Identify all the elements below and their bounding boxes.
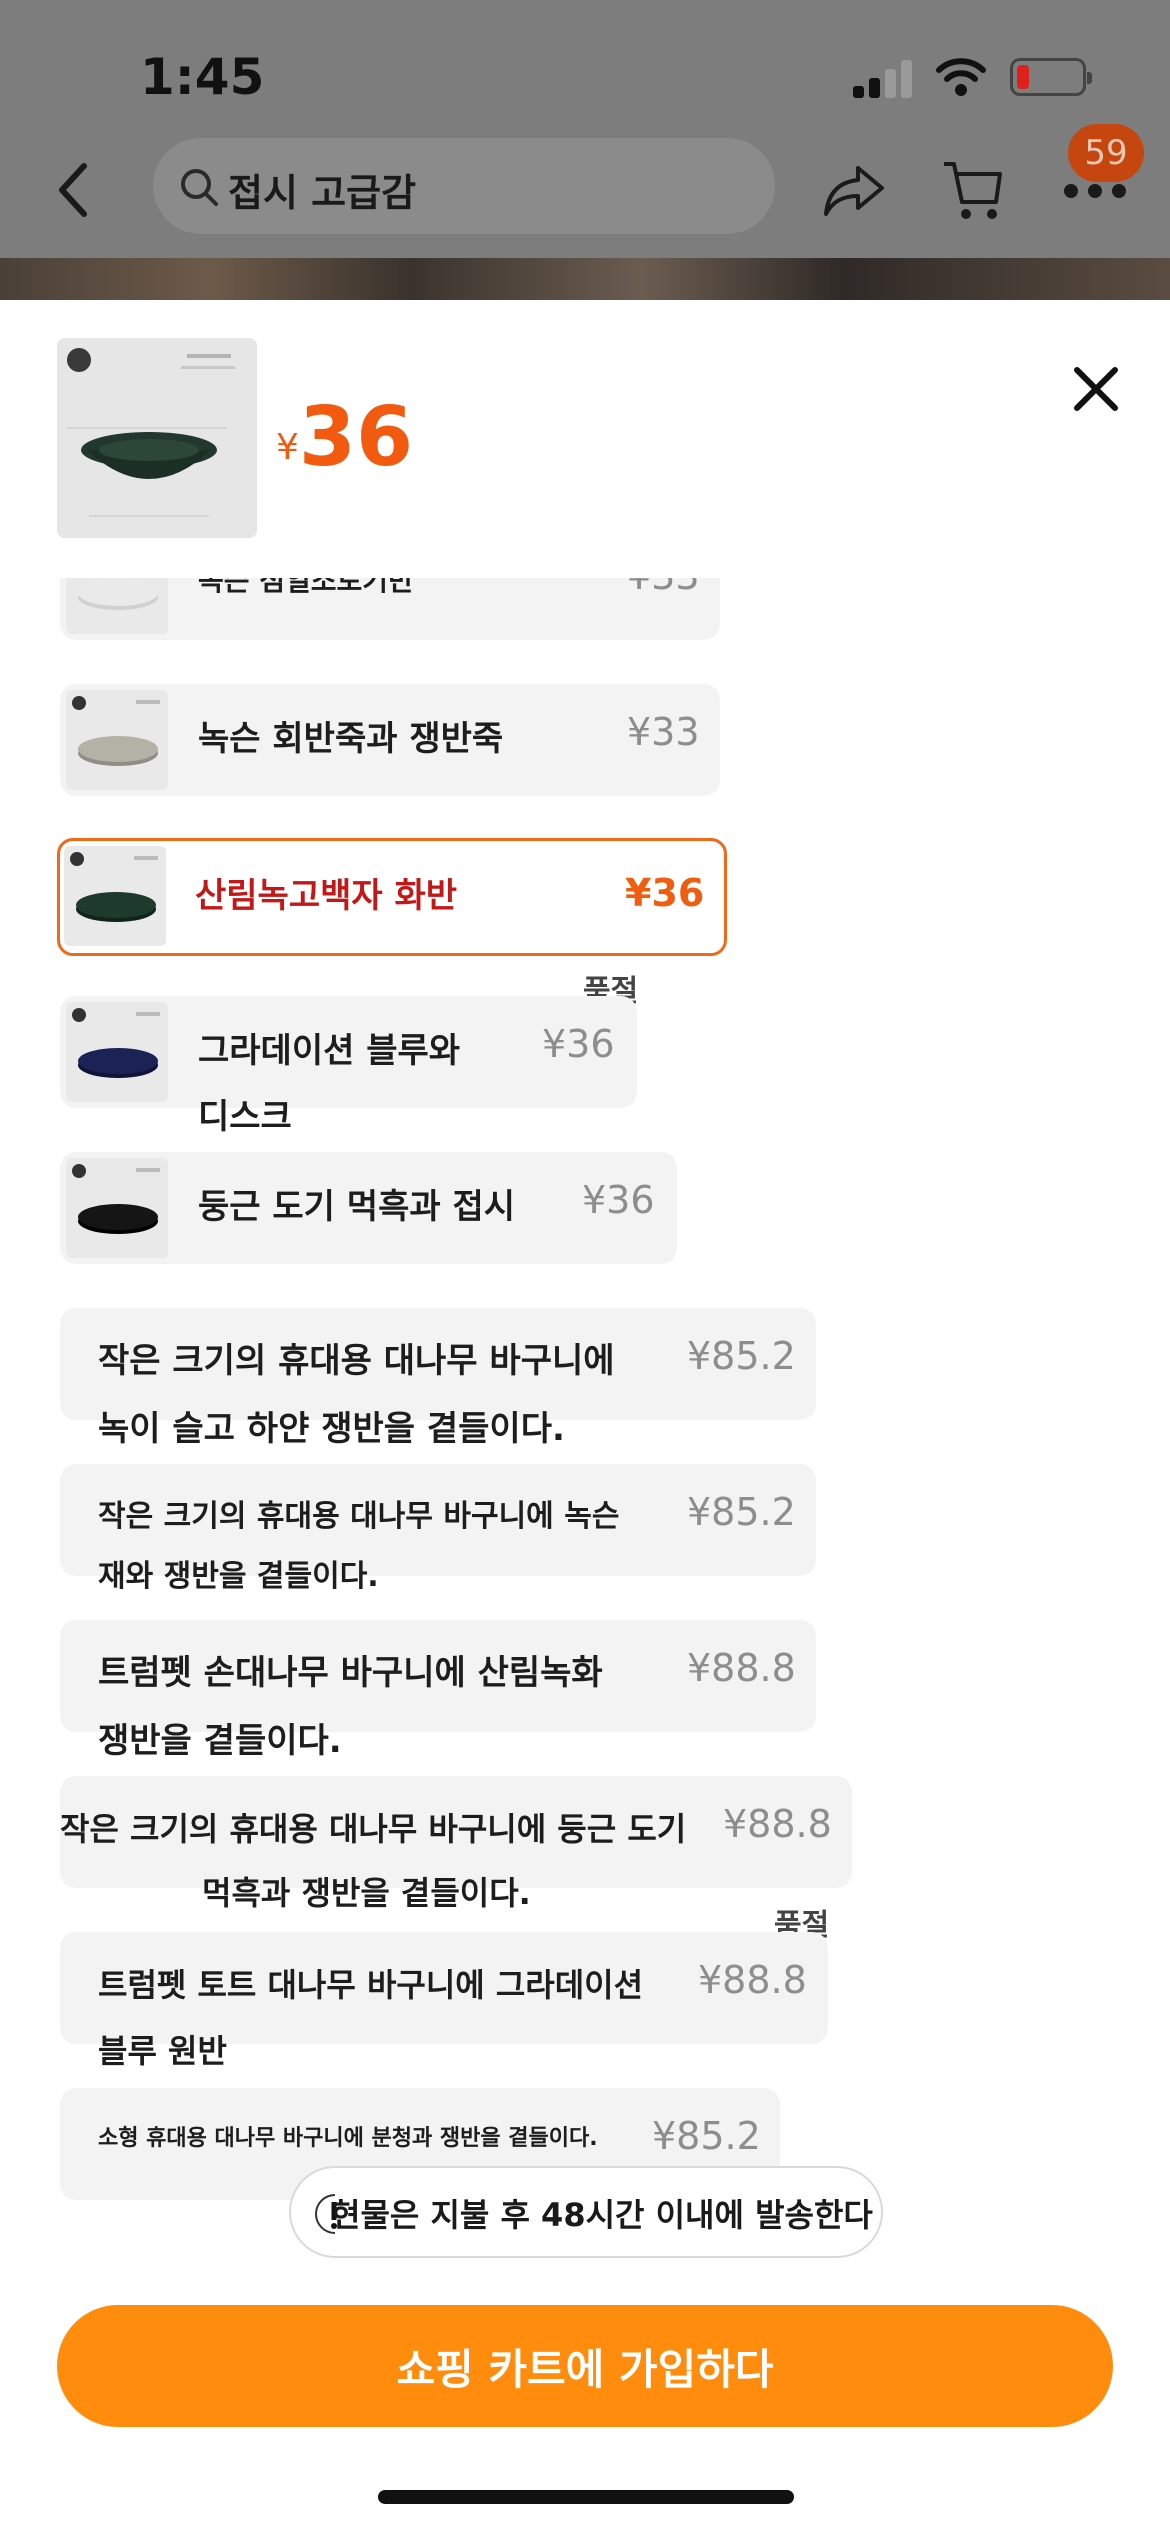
option-name-line: 작은 크기의 휴대용 대나무 바구니에 둥근 도기 <box>60 1810 687 1848</box>
option-price: ¥36 <box>625 871 705 915</box>
add-to-cart-button[interactable]: 쇼핑 카트에 가입하다 <box>57 2305 1113 2427</box>
battery-level <box>1017 65 1029 89</box>
search-icon <box>181 169 218 206</box>
sku-option[interactable]: 작은 크기의 휴대용 대나무 바구니에 둥근 도기 먹흑과 쟁반을 곁들이다. … <box>60 1776 852 1912</box>
option-name: 소형 휴대용 대나무 바구니에 분청과 쟁반을 곁들이다. <box>98 2126 598 2151</box>
search-query: 접시 고급감 <box>228 171 417 215</box>
sku-option[interactable]: 트럼펫 손대나무 바구니에 산림녹화 쟁반을 곁들이다. ¥88.8 <box>60 1620 816 1761</box>
option-name-line: 녹이 슬고 하얀 쟁반을 곁들이다. <box>98 1409 565 1449</box>
sku-option-list: 녹슨 점일조토기반 ¥33 녹슨 회반죽과 쟁반죽 ¥33 산림녹고백자 화반 … <box>0 578 1170 2218</box>
option-name: 녹슨 회반죽과 쟁반죽 <box>198 719 504 759</box>
price-value: 36 <box>298 390 414 485</box>
option-price: ¥36 <box>542 1022 615 1066</box>
sku-option[interactable]: 녹슨 회반죽과 쟁반죽 ¥33 <box>60 684 720 796</box>
option-name-line: 디스크 <box>198 1097 292 1137</box>
option-name-line: 그라데이션 블루와 <box>198 1031 461 1071</box>
sku-option[interactable]: 둥근 도기 먹흑과 접시 ¥36 <box>60 1152 677 1264</box>
plate-image-icon <box>78 580 158 606</box>
option-price: ¥85.2 <box>687 1490 796 1534</box>
status-time: 1:45 <box>140 48 265 106</box>
option-name-line: 작은 크기의 휴대용 대나무 바구니에 <box>98 1341 615 1381</box>
selected-price: ¥36 <box>276 390 413 485</box>
option-name-line: 쟁반을 곁들이다. <box>98 1721 342 1761</box>
option-price: ¥33 <box>627 710 700 754</box>
option-price: ¥85.2 <box>687 1334 796 1378</box>
sku-option[interactable]: 작은 크기의 휴대용 대나무 바구니에 녹슨 재와 쟁반을 곁들이다. ¥85.… <box>60 1464 816 1594</box>
option-name-line: 재와 쟁반을 곁들이다. <box>98 1559 379 1594</box>
plate-image-icon <box>78 1048 158 1074</box>
sku-option-selected[interactable]: 산림녹고백자 화반 ¥36 <box>57 838 727 956</box>
option-thumbnail <box>66 1158 168 1258</box>
option-thumbnail <box>64 846 166 946</box>
option-price: ¥33 <box>627 578 700 598</box>
close-icon[interactable] <box>1073 366 1119 412</box>
wifi-icon <box>936 58 986 96</box>
shipping-notice: 현물은 지불 후 48시간 이내에 발송한다 <box>289 2166 883 2258</box>
cart-count-badge: 59 <box>1068 124 1144 182</box>
battery-icon <box>1010 58 1092 96</box>
plate-image-icon <box>57 338 257 538</box>
option-name-line: 먹흑과 쟁반을 곁들이다. <box>202 1874 531 1912</box>
option-price: ¥85.2 <box>652 2114 761 2158</box>
option-name: 녹슨 점일조토기반 <box>198 578 414 597</box>
option-price: ¥88.8 <box>687 1646 796 1690</box>
back-arrow-icon[interactable] <box>50 160 100 220</box>
option-name: 산림녹고백자 화반 <box>195 876 458 916</box>
sku-option[interactable]: 트럼펫 토트 대나무 바구니에 그라데이션 블루 원반 ¥88.8 <box>60 1932 828 2070</box>
home-indicator <box>378 2490 794 2504</box>
signal-icon <box>853 58 915 98</box>
option-thumbnail <box>66 690 168 790</box>
search-bar[interactable]: 접시 고급감 <box>153 138 775 234</box>
share-icon[interactable] <box>822 162 886 218</box>
plate-image-icon <box>76 892 156 918</box>
currency-symbol: ¥ <box>276 427 299 468</box>
option-price: ¥88.8 <box>698 1958 807 2002</box>
shipping-notice-text: 현물은 지불 후 48시간 이내에 발송한다 <box>331 2196 873 2234</box>
option-name-line: 작은 크기의 휴대용 대나무 바구니에 녹슨 <box>98 1499 620 1534</box>
sku-option[interactable]: 작은 크기의 휴대용 대나무 바구니에 녹이 슬고 하얀 쟁반을 곁들이다. ¥… <box>60 1308 816 1449</box>
option-name-line: 트럼펫 손대나무 바구니에 산림녹화 <box>98 1653 603 1693</box>
option-thumbnail <box>66 578 168 634</box>
option-name-line: 트럼펫 토트 대나무 바구니에 그라데이션 <box>98 1966 644 2004</box>
product-thumbnail[interactable] <box>57 338 257 538</box>
page: 1:45 접시 고급감 59 ¥36 녹슨 점일조토기반 녹슨 회반죽과 쟁반죽… <box>0 0 1170 2532</box>
option-thumbnail <box>66 1002 168 1102</box>
cart-icon[interactable] <box>942 158 1004 222</box>
plate-image-icon <box>78 1204 158 1230</box>
option-price: ¥88.8 <box>723 1802 832 1846</box>
option-name: 둥근 도기 먹흑과 접시 <box>198 1187 516 1227</box>
more-icon[interactable] <box>1064 184 1128 200</box>
plate-image-icon <box>78 736 158 762</box>
product-photo-strip <box>0 258 1170 300</box>
option-price: ¥36 <box>582 1178 655 1222</box>
sku-option[interactable]: 녹슨 점일조토기반 ¥33 <box>60 578 720 640</box>
option-name-line: 블루 원반 <box>98 2032 227 2070</box>
sku-option[interactable]: 그라데이션 블루와 디스크 ¥36 <box>60 996 637 1137</box>
